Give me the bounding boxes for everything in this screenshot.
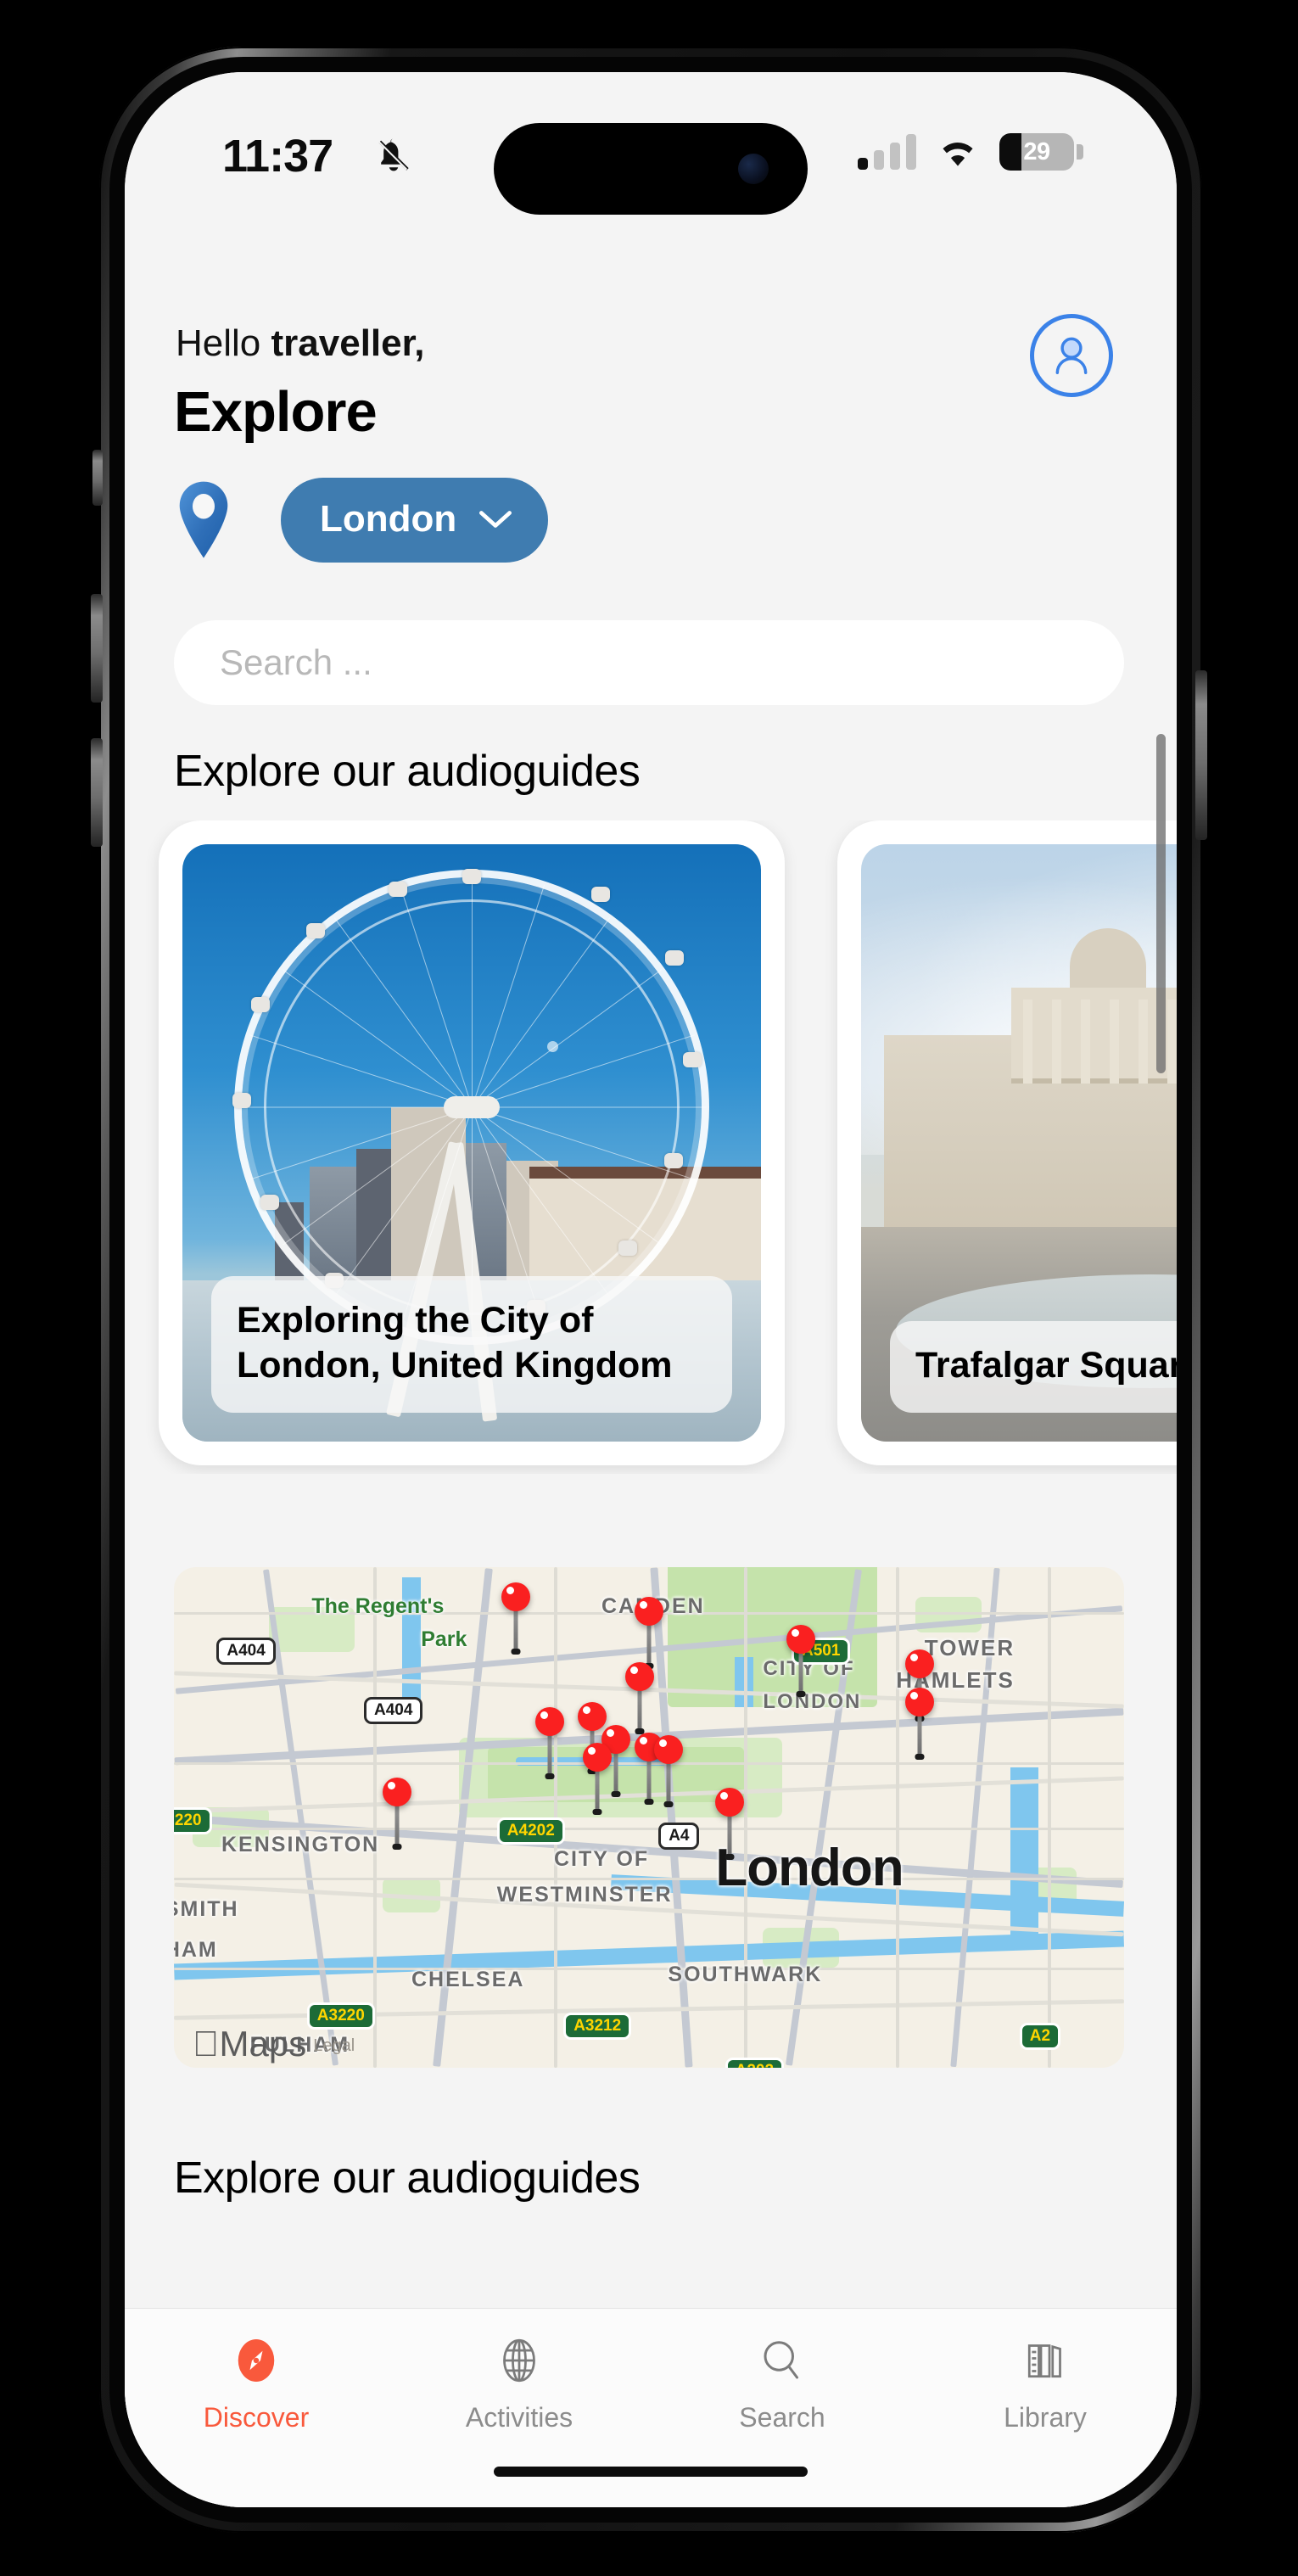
vertical-scrollbar[interactable]: [1156, 734, 1166, 1073]
audioguides-carousel[interactable]: Exploring the City of London, United Kin…: [125, 820, 1177, 1474]
map-label: SOUTHWARK: [668, 1963, 823, 1987]
app-content: Hello traveller, Explore London Search .…: [125, 233, 1177, 2507]
tab-discover[interactable]: Discover: [125, 2332, 388, 2433]
search-bar[interactable]: [174, 620, 1124, 705]
map-label: The Regent's: [311, 1594, 445, 1619]
map-label: WESTMINSTER: [496, 1882, 673, 1907]
greeting-prefix: Hello: [176, 322, 271, 364]
audioguide-card-title: Exploring the City of London, United Kin…: [211, 1276, 732, 1413]
section-heading-audioguides-2: Explore our audioguides: [174, 2153, 641, 2203]
bottom-tab-bar: Discover Activities Search Library: [125, 2308, 1177, 2507]
person-glyph: [1055, 337, 1088, 375]
search-input[interactable]: [220, 642, 1078, 683]
tab-library[interactable]: Library: [914, 2332, 1177, 2433]
bell-slash-icon: [377, 138, 409, 171]
volume-down-button[interactable]: [91, 738, 103, 847]
road-shield: A4202: [496, 1817, 565, 1845]
phone-screen: 11:37 29 Hello traveller, Explore London…: [125, 72, 1177, 2507]
tab-label: Library: [1004, 2402, 1087, 2433]
tab-label: Discover: [203, 2402, 310, 2433]
road-shield: 220: [174, 1807, 212, 1835]
wifi-icon: [943, 143, 973, 166]
audioguide-card-title: Trafalgar Square: [890, 1320, 1177, 1413]
map-label: LONDON: [763, 1689, 862, 1713]
battery-indicator: 29: [999, 133, 1083, 171]
page-title: Explore: [174, 380, 378, 444]
road-shield: A4: [658, 1822, 700, 1850]
audioguide-card[interactable]: Trafalgar Square: [837, 820, 1177, 1465]
map-label-city: London: [715, 1838, 904, 1897]
greeting-name: traveller,: [271, 322, 425, 364]
map-pin-icon: [179, 481, 228, 558]
london-eye-photo: Exploring the City of London, United Kin…: [182, 844, 761, 1442]
globe-icon: [491, 2332, 547, 2388]
city-selector-button[interactable]: London: [281, 478, 549, 563]
user-avatar-icon[interactable]: [1030, 314, 1113, 397]
audioguide-card[interactable]: Exploring the City of London, United Kin…: [159, 820, 785, 1465]
map-label: KENSINGTON: [221, 1832, 380, 1856]
road-shield: A404: [364, 1697, 423, 1725]
volume-up-button[interactable]: [91, 594, 103, 703]
apple-maps-attribution: Maps Legal: [193, 2024, 355, 2064]
apple-maps-logo: Maps: [193, 2024, 306, 2064]
tab-search[interactable]: Search: [651, 2332, 914, 2433]
location-row: London: [174, 478, 549, 563]
dynamic-island: [494, 123, 808, 215]
map-label: TOWER: [924, 1634, 1015, 1660]
chevron-down-icon: [479, 511, 512, 528]
london-map[interactable]: The Regent's Park CAMDEN TOWER HAMLETS C…: [174, 1567, 1124, 2068]
tab-activities[interactable]: Activities: [388, 2332, 651, 2433]
home-indicator[interactable]: [494, 2467, 808, 2477]
compass-icon: [228, 2332, 284, 2388]
road-shield: A404: [216, 1637, 276, 1665]
screenshot-root: 11:37 29 Hello traveller, Explore London…: [0, 0, 1298, 2576]
books-icon: [1017, 2332, 1073, 2388]
status-bar-time: 11:37: [222, 131, 333, 182]
road-shield: A2: [1019, 2022, 1061, 2050]
trafalgar-square-photo: Trafalgar Square: [861, 844, 1177, 1442]
city-selector-label: London: [320, 498, 457, 540]
map-label: CHELSEA: [411, 1968, 525, 1991]
road-shield: A3212: [563, 2013, 632, 2041]
cellular-signal-icon: [858, 134, 916, 170]
status-bar: 11:37 29: [125, 72, 1177, 233]
road-shield: A202: [725, 2058, 785, 2068]
map-label: CITY OF: [554, 1847, 650, 1872]
road-shield: A3220: [306, 2002, 375, 2030]
maps-legal-link[interactable]: Legal: [313, 2036, 355, 2061]
power-button[interactable]: [1195, 670, 1207, 840]
tab-label: Search: [739, 2402, 825, 2433]
map-label: SMITH: [174, 1897, 239, 1922]
battery-nub: [1077, 144, 1083, 160]
map-label: Park: [421, 1627, 467, 1651]
mute-switch-button[interactable]: [92, 450, 103, 506]
greeting-text: Hello traveller,: [176, 322, 425, 365]
battery-percent-label: 29: [1023, 137, 1050, 165]
status-bar-indicators: 29: [858, 133, 1083, 171]
section-heading-audioguides-1: Explore our audioguides: [174, 747, 641, 796]
front-camera-lens: [738, 154, 769, 184]
search-icon: [754, 2332, 810, 2388]
map-label: HAM: [174, 1937, 218, 1962]
tab-label: Activities: [465, 2402, 573, 2433]
